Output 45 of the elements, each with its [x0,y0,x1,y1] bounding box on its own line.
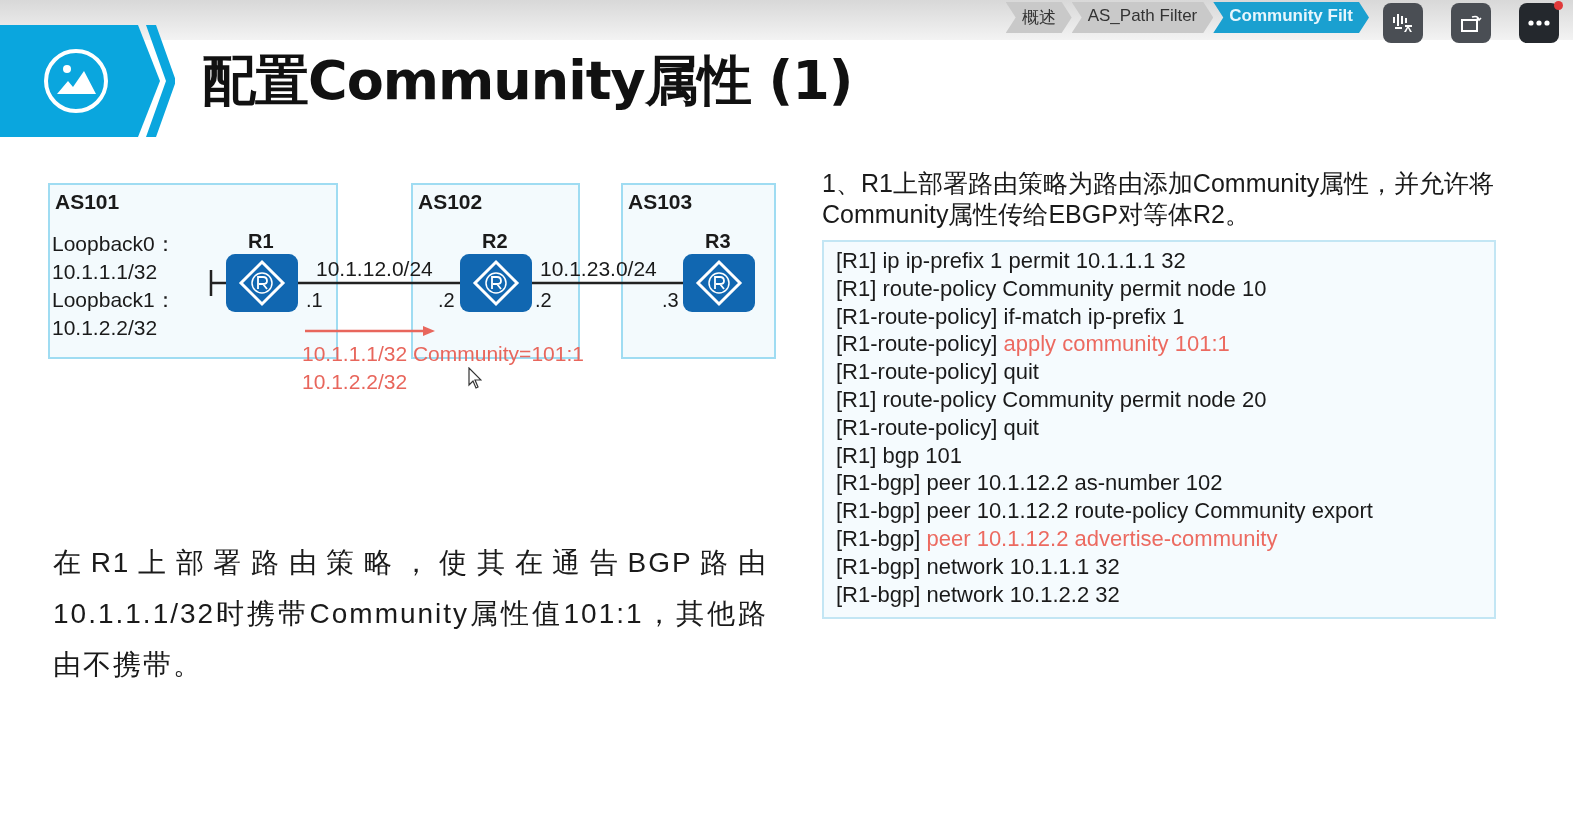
subnet-label: 10.1.23.0/24 [540,257,657,281]
interface-label: .3 [662,289,679,312]
subnet-label: 10.1.12.0/24 [316,257,433,281]
router-icon [460,254,532,312]
config-line: [R1-bgp] network 10.1.2.2 32 [836,580,1121,609]
rotate-button[interactable] [1451,3,1491,43]
config-line: [R1-route-policy] quit [836,358,1040,386]
config-line: [R1-route-policy] quit [836,413,1040,442]
slide-title: 配置Community属性 (1) [202,47,853,114]
breadcrumb-tab[interactable]: AS_Path Filter [1071,2,1214,33]
router-icon [226,254,298,312]
rotate-icon [1460,13,1482,33]
task-text: 在R1上部署路由策略，使其在通告BGP路由10.1.1.1/32时携带Community属性值101:1，其他路由不携带。 [53,546,768,682]
more-icon [1528,20,1550,26]
config-line: [R1-route-policy] if-match ip-prefix 1 [836,302,1186,331]
config-line: [R1] route-policy Community permit node 20 [836,386,1268,414]
as-label: AS103 [628,190,693,214]
breadcrumb-tab[interactable]: 概述 [1005,2,1072,33]
interface-label: .1 [306,289,323,312]
loopback-text: Loopback1： [52,287,176,313]
config-line: [R1-bgp] network 10.1.1.1 32 [836,552,1121,581]
translate-button[interactable] [1383,3,1423,43]
loopback-text: 10.1.1.1/32 [52,259,159,285]
loopback-text: Loopback0： [52,231,176,257]
translate-icon [1392,13,1414,33]
router-label: R3 [705,230,731,253]
config-line: [R1] ip ip-prefix 1 permit 10.1.1.1 32 [836,247,1187,275]
router-label: R1 [248,230,274,253]
interface-label: .2 [535,289,552,312]
notification-dot [1554,1,1563,10]
loopback-text: 10.1.2.2/32 [52,315,159,341]
cursor-icon [468,367,482,389]
as-label: AS101 [55,190,120,214]
config-line: [R1-bgp] peer 10.1.12.2 advertise-community [836,524,1279,553]
step-text: 1、R1上部署路由策略为路由添加Community属性，并允许将Community属性传给EBGP对等体R2。 [822,168,1496,230]
config-line: [R1] route-policy Community permit node 10 [836,274,1268,303]
router-icon [683,254,755,312]
router-label: R2 [482,230,508,253]
as-label: AS102 [418,190,483,214]
config-line: [R1-bgp] peer 10.1.12.2 route-policy Community export [836,497,1374,525]
config-line: [R1-route-policy] apply community 101:1 [836,330,1231,359]
interface-label: .2 [438,289,455,312]
config-line: [R1-bgp] peer 10.1.12.2 as-number 102 [836,469,1224,498]
config-line: [R1] bgp 101 [836,441,963,470]
advertised-route: 10.1.2.2/32 [302,369,408,395]
